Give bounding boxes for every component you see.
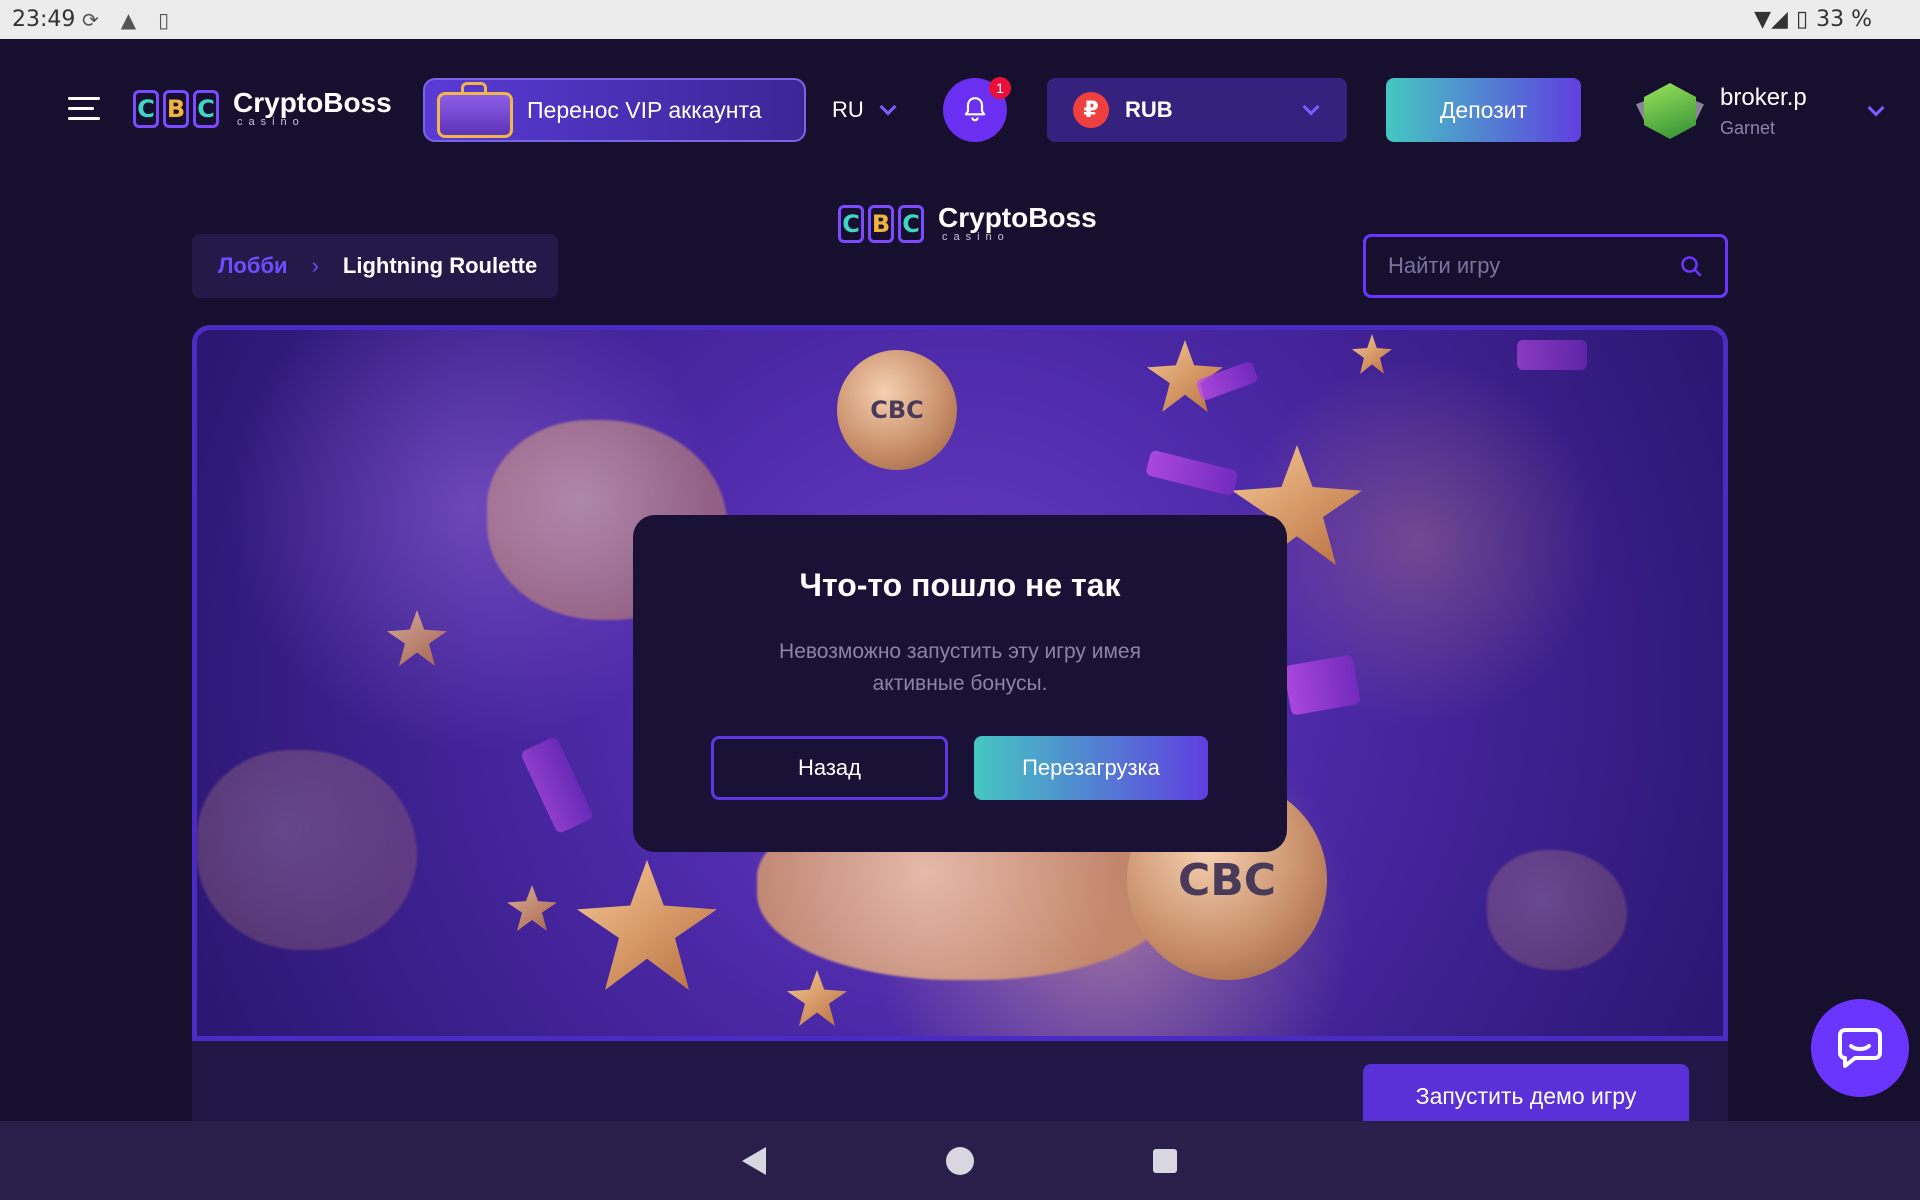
chevron-right-icon: › <box>311 253 319 278</box>
logo-sub: casino <box>237 116 305 128</box>
sync-icon: ⟳ <box>82 8 99 32</box>
ribbon-decoration <box>1283 654 1361 716</box>
star-decoration <box>577 860 717 990</box>
rocket-icon: ▲ <box>120 8 137 32</box>
nav-back-icon[interactable] <box>742 1147 766 1175</box>
live-chat-button[interactable] <box>1811 999 1909 1097</box>
game-search[interactable] <box>1363 234 1728 298</box>
android-nav-bar <box>0 1121 1920 1200</box>
ribbon-decoration <box>1145 449 1239 497</box>
star-decoration <box>387 610 447 666</box>
ribbon-decoration <box>1517 340 1587 370</box>
breadcrumb-lobby-link[interactable]: Лобби <box>218 253 288 279</box>
deposit-button[interactable]: Депозит <box>1386 78 1581 142</box>
nav-recent-apps-icon[interactable] <box>1153 1149 1177 1173</box>
download-icon: ▯ <box>158 8 170 32</box>
username: broker.p <box>1720 83 1807 111</box>
blurred-blob-decoration <box>1487 850 1627 970</box>
user-profile-menu[interactable]: broker.p Garnet <box>1636 76 1896 146</box>
chevron-down-icon <box>1302 98 1320 116</box>
vip-transfer-button[interactable]: Перенос VIP аккаунта <box>423 78 806 142</box>
notifications-button[interactable]: 1 <box>943 77 1011 142</box>
blurred-blob-decoration <box>197 750 417 950</box>
battery-percent: 33 % <box>1816 7 1872 32</box>
suitcase-icon <box>425 80 523 140</box>
logo-coin: C <box>133 89 159 128</box>
bell-icon <box>964 97 986 122</box>
currency-code: RUB <box>1125 97 1173 122</box>
notification-badge: 1 <box>989 77 1011 99</box>
star-decoration <box>507 885 557 931</box>
ruble-icon: ₽ <box>1073 92 1109 128</box>
user-rank: Garnet <box>1720 117 1776 138</box>
ribbon-decoration <box>519 735 595 835</box>
nav-home-icon[interactable] <box>946 1147 974 1175</box>
error-dialog-message: Невозможно запустить эту игру имея актив… <box>779 640 1141 695</box>
logo-name: CryptoBoss <box>233 87 392 118</box>
star-decoration <box>1352 334 1392 374</box>
cbc-coin-decoration: CBC <box>837 350 957 470</box>
logo-coin: C <box>838 204 864 243</box>
menu-icon[interactable] <box>68 97 100 121</box>
chat-bubble-icon <box>1838 1028 1882 1068</box>
star-decoration <box>787 970 847 1026</box>
center-logo: C B C CryptoBoss casino <box>838 204 1097 243</box>
logo-coin: B <box>868 204 894 243</box>
logo-coin: C <box>193 89 219 128</box>
back-button[interactable]: Назад <box>711 736 948 800</box>
breadcrumb: Лобби › Lightning Roulette <box>192 234 558 298</box>
android-status-bar: 23:49 ⟳ ▲ ▯ ▼◢ ▯ 33 % <box>0 0 1920 39</box>
header-logo[interactable]: C B C CryptoBoss casino <box>133 89 392 128</box>
logo-name: CryptoBoss <box>938 202 1097 233</box>
currency-selector[interactable]: ₽ RUB <box>1047 78 1347 142</box>
language-code: RU <box>832 97 864 122</box>
battery-icon: ▯ <box>1795 7 1809 32</box>
logo-sub: casino <box>942 231 1010 243</box>
search-input[interactable] <box>1388 253 1679 279</box>
breadcrumb-current: Lightning Roulette <box>342 253 538 278</box>
vip-transfer-label: Перенос VIP аккаунта <box>527 96 762 123</box>
launch-demo-button[interactable]: Запустить демо игру <box>1363 1064 1689 1128</box>
logo-coin: C <box>898 204 924 243</box>
language-selector[interactable]: RU <box>832 97 897 123</box>
signal-icon: ▼◢ <box>1754 7 1788 32</box>
chevron-down-icon <box>1867 99 1885 117</box>
rank-gem-icon <box>1636 77 1704 145</box>
site-header: C B C CryptoBoss casino Перенос VIP акка… <box>0 39 1920 179</box>
chevron-down-icon <box>879 98 897 116</box>
search-icon[interactable] <box>1679 254 1703 278</box>
error-dialog: Что-то пошло не так Невозможно запустить… <box>633 515 1287 852</box>
status-time: 23:49 <box>12 7 76 32</box>
logo-coin: B <box>163 89 189 128</box>
reload-button[interactable]: Перезагрузка <box>974 736 1208 800</box>
error-dialog-title: Что-то пошло не так <box>799 567 1121 603</box>
